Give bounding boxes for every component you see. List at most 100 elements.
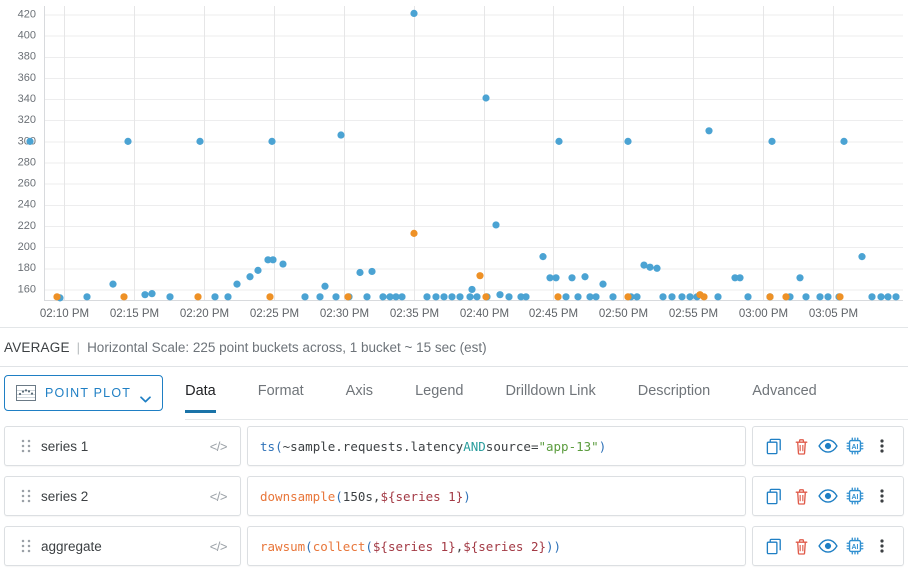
- data-point[interactable]: [456, 293, 464, 301]
- data-point[interactable]: [736, 274, 744, 282]
- data-point[interactable]: [624, 137, 632, 145]
- data-point[interactable]: [659, 293, 667, 301]
- ai-chip-icon[interactable]: AI: [844, 485, 866, 507]
- data-point[interactable]: [109, 280, 117, 288]
- ai-chip-icon[interactable]: AI: [844, 435, 866, 457]
- query-expression-input[interactable]: rawsum(collect(${series 1}, ${series 2})…: [247, 526, 746, 566]
- data-point[interactable]: [482, 293, 490, 301]
- data-point[interactable]: [398, 293, 406, 301]
- data-point[interactable]: [492, 221, 500, 229]
- drag-handle-icon[interactable]: [15, 488, 37, 504]
- data-point[interactable]: [539, 253, 547, 261]
- data-point[interactable]: [562, 293, 570, 301]
- data-point[interactable]: [824, 293, 832, 301]
- data-point[interactable]: [148, 290, 156, 298]
- data-point[interactable]: [581, 273, 589, 281]
- data-point[interactable]: [368, 267, 376, 276]
- data-point[interactable]: [766, 293, 774, 301]
- data-point[interactable]: [316, 293, 324, 301]
- drag-handle-icon[interactable]: [15, 538, 37, 554]
- data-point[interactable]: [269, 256, 277, 264]
- data-point[interactable]: [796, 274, 804, 282]
- data-point[interactable]: [653, 264, 661, 272]
- data-point[interactable]: [166, 293, 174, 301]
- data-point[interactable]: [466, 293, 474, 301]
- data-point[interactable]: [599, 280, 607, 288]
- data-point[interactable]: [246, 273, 254, 281]
- data-point[interactable]: [321, 282, 329, 290]
- data-point[interactable]: [714, 293, 722, 301]
- chart-panel[interactable]: 1601802002202402602803003203403603804004…: [0, 0, 908, 328]
- tab-format[interactable]: Format: [258, 377, 304, 413]
- data-point[interactable]: [432, 293, 440, 301]
- data-point[interactable]: [668, 293, 676, 301]
- tab-description[interactable]: Description: [638, 377, 711, 413]
- data-point[interactable]: [700, 293, 708, 301]
- data-point[interactable]: [410, 229, 418, 237]
- clone-icon[interactable]: [763, 535, 785, 557]
- data-point[interactable]: [301, 293, 309, 301]
- data-point[interactable]: [410, 9, 418, 18]
- code-toggle-icon[interactable]: </>: [210, 439, 228, 454]
- visibility-icon[interactable]: [817, 435, 839, 457]
- tab-advanced[interactable]: Advanced: [752, 377, 817, 413]
- data-point[interactable]: [496, 291, 504, 299]
- data-point[interactable]: [686, 293, 694, 301]
- data-point[interactable]: [482, 94, 490, 102]
- data-point[interactable]: [120, 293, 128, 301]
- data-point[interactable]: [196, 137, 204, 145]
- data-point[interactable]: [816, 293, 824, 301]
- data-point[interactable]: [337, 131, 345, 139]
- data-point[interactable]: [768, 137, 776, 145]
- data-point[interactable]: [279, 260, 287, 268]
- data-point[interactable]: [678, 293, 686, 301]
- data-point[interactable]: [379, 293, 387, 301]
- query-name-field[interactable]: aggregate </>: [4, 526, 241, 566]
- data-point[interactable]: [254, 266, 262, 274]
- clone-icon[interactable]: [763, 435, 785, 457]
- data-point[interactable]: [568, 274, 576, 282]
- clone-icon[interactable]: [763, 485, 785, 507]
- data-point[interactable]: [356, 268, 364, 277]
- visibility-icon[interactable]: [817, 535, 839, 557]
- visibility-icon[interactable]: [817, 485, 839, 507]
- code-toggle-icon[interactable]: </>: [210, 489, 228, 504]
- data-point[interactable]: [141, 291, 149, 299]
- more-options-icon[interactable]: [871, 435, 893, 457]
- ai-chip-icon[interactable]: AI: [844, 535, 866, 557]
- data-point[interactable]: [448, 293, 456, 301]
- data-point[interactable]: [423, 293, 431, 301]
- data-point[interactable]: [233, 280, 241, 288]
- tab-drilldown-link[interactable]: Drilldown Link: [505, 377, 595, 413]
- data-point[interactable]: [344, 293, 352, 301]
- data-point[interactable]: [858, 253, 866, 261]
- data-point[interactable]: [266, 293, 274, 301]
- data-point[interactable]: [892, 293, 900, 301]
- data-point[interactable]: [646, 263, 654, 271]
- code-toggle-icon[interactable]: </>: [210, 539, 228, 554]
- data-point[interactable]: [705, 127, 713, 135]
- delete-icon[interactable]: [790, 485, 812, 507]
- more-options-icon[interactable]: [871, 535, 893, 557]
- data-point[interactable]: [884, 293, 892, 301]
- data-point[interactable]: [473, 293, 481, 301]
- data-point[interactable]: [574, 293, 582, 301]
- query-expression-input[interactable]: downsample(150s, ${series 1}): [247, 476, 746, 516]
- data-point[interactable]: [211, 293, 219, 301]
- data-point[interactable]: [802, 293, 810, 301]
- tab-data[interactable]: Data: [185, 377, 216, 413]
- data-point[interactable]: [53, 293, 61, 301]
- data-point[interactable]: [554, 293, 562, 301]
- data-point[interactable]: [440, 293, 448, 301]
- data-point[interactable]: [744, 293, 752, 301]
- data-point[interactable]: [124, 137, 132, 145]
- data-point[interactable]: [782, 293, 790, 301]
- data-point[interactable]: [877, 293, 885, 301]
- data-point[interactable]: [840, 137, 848, 145]
- query-name-field[interactable]: series 1 </>: [4, 426, 241, 466]
- data-point[interactable]: [633, 293, 641, 301]
- data-point[interactable]: [592, 293, 600, 301]
- data-point[interactable]: [868, 293, 876, 301]
- data-point[interactable]: [332, 293, 340, 301]
- query-name-field[interactable]: series 2 </>: [4, 476, 241, 516]
